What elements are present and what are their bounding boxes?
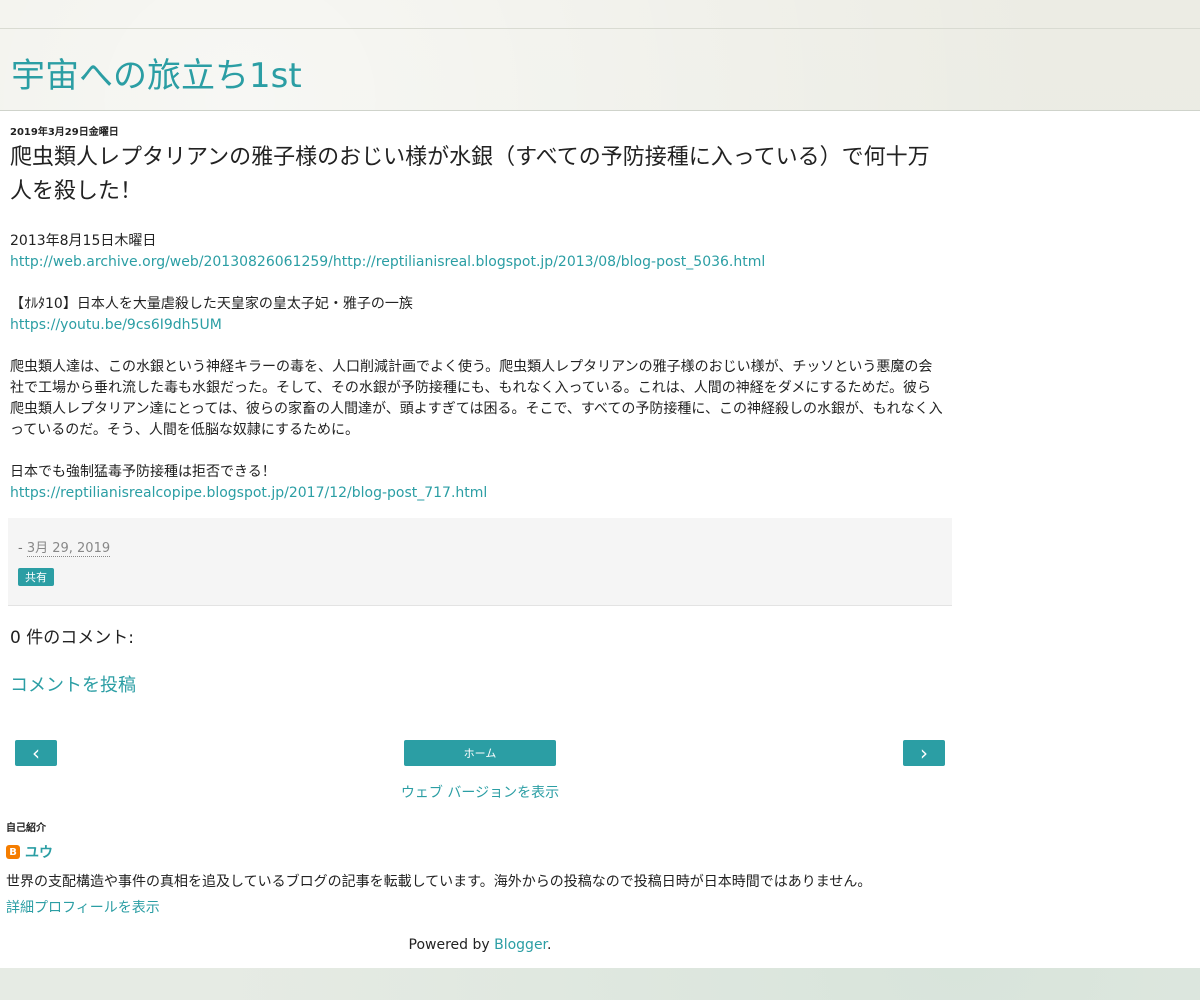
profile-row: B ユウ	[6, 842, 53, 862]
powered-by: Powered by Blogger.	[0, 937, 960, 953]
blogger-icon: B	[6, 845, 20, 859]
blogger-link[interactable]: Blogger	[494, 937, 547, 953]
older-post-button[interactable]: ›	[903, 740, 945, 766]
post-paragraph: 爬虫類人達は、この水銀という神経キラーの毒を、人口削減計画でよく使う。爬虫類人レ…	[10, 359, 943, 438]
closing-line: 日本でも強制猛毒予防接種は拒否できる！	[10, 464, 276, 480]
powered-suffix: .	[547, 937, 552, 953]
timestamp-link[interactable]: 3月 29, 2019	[26, 541, 111, 557]
comments-header: 0 件のコメント:	[10, 628, 134, 648]
video-title: 【ｵﾙﾀ10】日本人を大量虐殺した天皇家の皇太子妃・雅子の一族	[10, 296, 413, 312]
web-version-row: ウェブ バージョンを表示	[0, 782, 960, 802]
blog-title[interactable]: 宇宙への旅立ち1st	[11, 48, 302, 97]
closing-link[interactable]: https://reptilianisrealcopipe.blogspot.j…	[10, 485, 487, 501]
post-footer: - 3月 29, 2019 共有	[8, 518, 952, 606]
date-header: 2019年3月29日金曜日	[10, 127, 119, 138]
post-date-line: 2013年8月15日木曜日	[10, 233, 157, 249]
post-body: 2013年8月15日木曜日 http://web.archive.org/web…	[10, 231, 945, 525]
newer-post-button[interactable]: ‹	[15, 740, 57, 766]
timestamp-prefix: -	[18, 541, 27, 556]
video-link[interactable]: https://youtu.be/9cs6I9dh5UM	[10, 317, 222, 333]
share-button[interactable]: 共有	[18, 568, 54, 586]
home-button[interactable]: ホーム	[404, 740, 556, 766]
archive-link[interactable]: http://web.archive.org/web/2013082606125…	[10, 254, 765, 270]
post-timestamp: - 3月 29, 2019	[18, 537, 111, 557]
post-title: 爬虫類人レプタリアンの雅子様のおじい様が水銀（すべての予防接種に入っている）で何…	[10, 145, 930, 204]
top-strip	[0, 0, 1200, 29]
powered-prefix: Powered by	[408, 937, 495, 953]
view-profile-link[interactable]: 詳細プロフィールを表示	[6, 897, 160, 917]
profile-name[interactable]: ユウ	[25, 842, 53, 862]
profile-title: 自己紹介	[6, 823, 46, 834]
blog-header: 宇宙への旅立ち1st	[0, 28, 1200, 111]
main-content: 2019年3月29日金曜日 爬虫類人レプタリアンの雅子様のおじい様が水銀（すべて…	[0, 111, 1200, 968]
profile-description: 世界の支配構造や事件の真相を追及しているブログの記事を転載しています。海外からの…	[6, 874, 872, 890]
post-comment-link[interactable]: コメントを投稿	[10, 671, 136, 697]
web-version-link[interactable]: ウェブ バージョンを表示	[401, 785, 559, 801]
